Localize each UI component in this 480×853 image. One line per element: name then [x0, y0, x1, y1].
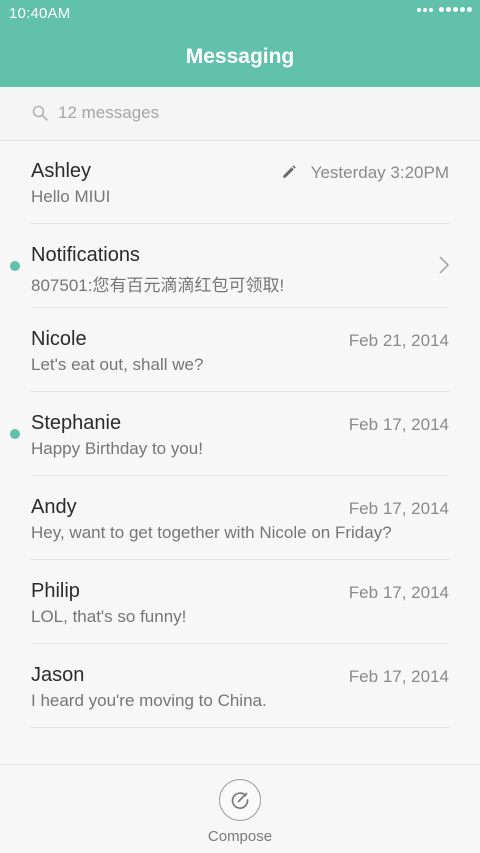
page-title: Messaging — [185, 45, 295, 68]
messaging-app: 10:40AM Messaging Ashley Yesterday 3:20P… — [0, 0, 480, 853]
compose-button[interactable] — [219, 779, 261, 821]
title-bar: Messaging — [0, 30, 480, 87]
search-icon — [32, 105, 48, 121]
divider — [31, 727, 449, 728]
message-date: Feb 17, 2014 — [348, 499, 449, 518]
search-bar[interactable] — [0, 87, 480, 141]
message-preview: I heard you're moving to China. — [31, 691, 267, 710]
contact-name: Andy — [31, 496, 77, 518]
bottom-bar: Compose — [0, 764, 480, 853]
conversation-row[interactable]: Notifications 807501:您有百元滴滴红包可领取! — [0, 224, 480, 308]
message-preview: Hello MIUI — [31, 187, 111, 206]
contact-name: Notifications — [31, 244, 140, 266]
message-date: Feb 17, 2014 — [348, 583, 449, 602]
conversation-row[interactable]: Ashley Yesterday 3:20PM Hello MIUI — [0, 140, 480, 224]
status-bar: 10:40AM — [0, 0, 480, 30]
chevron-right-icon — [439, 256, 449, 274]
contact-name: Ashley — [31, 160, 92, 182]
conversation-list: Ashley Yesterday 3:20PM Hello MIUI Notif… — [0, 140, 480, 728]
pencil-icon — [283, 165, 296, 178]
battery-dots-icon — [439, 7, 472, 12]
contact-name: Jason — [31, 664, 85, 686]
message-preview: Happy Birthday to you! — [31, 439, 203, 458]
conversation-row[interactable]: Andy Feb 17, 2014 Hey, want to get toget… — [0, 476, 480, 560]
message-preview: LOL, that's so funny! — [31, 607, 187, 626]
status-time: 10:40AM — [9, 5, 71, 22]
message-date: Feb 17, 2014 — [348, 667, 449, 686]
conversation-row[interactable]: Nicole Feb 21, 2014 Let's eat out, shall… — [0, 308, 480, 392]
conversation-row[interactable]: Philip Feb 17, 2014 LOL, that's so funny… — [0, 560, 480, 644]
conversation-row[interactable]: Stephanie Feb 17, 2014 Happy Birthday to… — [0, 392, 480, 476]
message-preview: 807501:您有百元滴滴红包可领取! — [31, 276, 285, 295]
message-date: Feb 17, 2014 — [348, 415, 449, 434]
signal-dots-icon — [417, 7, 433, 12]
message-date: Yesterday 3:20PM — [310, 163, 449, 182]
message-preview: Let's eat out, shall we? — [31, 355, 204, 374]
compose-label: Compose — [207, 828, 273, 845]
contact-name: Nicole — [31, 328, 87, 350]
search-input[interactable] — [58, 101, 438, 125]
status-icons — [417, 7, 472, 12]
unread-indicator — [10, 261, 20, 271]
contact-name: Stephanie — [31, 412, 122, 434]
conversation-row[interactable]: Jason Feb 17, 2014 I heard you're moving… — [0, 644, 480, 728]
message-preview: Hey, want to get together with Nicole on… — [31, 523, 392, 542]
compose-icon — [231, 792, 249, 809]
contact-name: Philip — [31, 580, 80, 602]
unread-indicator — [10, 429, 20, 439]
message-date: Feb 21, 2014 — [348, 331, 449, 350]
